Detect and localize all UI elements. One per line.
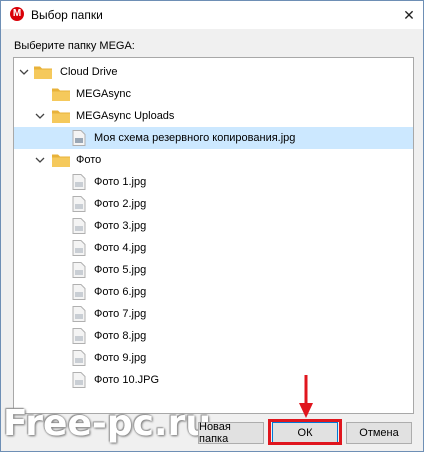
title-bar: M Выбор папки ✕ — [1, 1, 423, 29]
tree-item-file[interactable]: Фото 7.jpg — [14, 303, 413, 325]
tree-item-label: Фото 2.jpg — [94, 198, 147, 210]
tree-item-file[interactable]: Фото 2.jpg — [14, 193, 413, 215]
tree-item-label: Фото 7.jpg — [94, 308, 147, 320]
tree-item-label: Фото — [76, 154, 102, 166]
image-file-icon — [72, 284, 86, 300]
folder-tree[interactable]: Cloud Drive MEGAsync MEGAsync Uploads Мо… — [13, 57, 414, 414]
image-file-icon — [72, 130, 86, 146]
image-file-icon — [72, 306, 86, 322]
tree-item-file[interactable]: Фото 8.jpg — [14, 325, 413, 347]
image-file-icon — [72, 218, 86, 234]
select-folder-prompt: Выберите папку MEGA: — [14, 40, 135, 52]
folder-icon — [52, 154, 70, 167]
tree-item-file[interactable]: Фото 10.JPG — [14, 369, 413, 391]
chevron-down-icon[interactable] — [34, 154, 46, 166]
image-file-icon — [72, 328, 86, 344]
image-file-icon — [72, 372, 86, 388]
tree-item-label: MEGAsync — [76, 88, 132, 100]
new-folder-button[interactable]: Новая папка — [198, 421, 264, 445]
mega-logo-icon: M — [10, 7, 24, 21]
tree-item-label: Фото 5.jpg — [94, 264, 147, 276]
chevron-down-icon[interactable] — [18, 66, 30, 78]
image-file-icon — [72, 196, 86, 212]
tree-item-label: MEGAsync Uploads — [76, 110, 175, 122]
tree-item-label: Фото 8.jpg — [94, 330, 147, 342]
image-file-icon — [72, 262, 86, 278]
tree-item-label: Cloud Drive — [60, 66, 118, 78]
cancel-button[interactable]: Отмена — [346, 422, 412, 444]
tree-item-file[interactable]: Фото 6.jpg — [14, 281, 413, 303]
tree-item-label: Фото 10.JPG — [94, 374, 160, 386]
tree-item-file[interactable]: Фото 3.jpg — [14, 215, 413, 237]
close-button[interactable]: ✕ — [395, 1, 423, 29]
tree-item-file[interactable]: Фото 1.jpg — [14, 171, 413, 193]
chevron-down-icon[interactable] — [34, 110, 46, 122]
tree-item-label: Фото 3.jpg — [94, 220, 147, 232]
close-icon: ✕ — [403, 6, 415, 23]
folder-icon — [52, 110, 70, 123]
tree-item-megasync[interactable]: MEGAsync — [14, 83, 413, 105]
tree-item-cloud-drive[interactable]: Cloud Drive — [14, 61, 413, 83]
tree-item-backup-file[interactable]: Моя схема резервного копирования.jpg — [14, 127, 413, 149]
tree-item-label: Фото 4.jpg — [94, 242, 147, 254]
tree-item-foto[interactable]: Фото — [14, 149, 413, 171]
tree-item-megasync-uploads[interactable]: MEGAsync Uploads — [14, 105, 413, 127]
tree-item-label: Моя схема резервного копирования.jpg — [94, 132, 296, 144]
folder-icon — [52, 88, 70, 101]
tree-item-file[interactable]: Фото 9.jpg — [14, 347, 413, 369]
image-file-icon — [72, 174, 86, 190]
window-title: Выбор папки — [31, 8, 103, 22]
tree-item-label: Фото 6.jpg — [94, 286, 147, 298]
tree-item-file[interactable]: Фото 4.jpg — [14, 237, 413, 259]
image-file-icon — [72, 240, 86, 256]
ok-button[interactable]: ОК — [272, 422, 338, 444]
image-file-icon — [72, 350, 86, 366]
tree-item-label: Фото 1.jpg — [94, 176, 147, 188]
red-arrow-icon — [299, 375, 313, 418]
tree-item-label: Фото 9.jpg — [94, 352, 147, 364]
tree-item-file[interactable]: Фото 5.jpg — [14, 259, 413, 281]
watermark: Free-pc.ru — [3, 403, 211, 444]
folder-picker-dialog: M Выбор папки ✕ Выберите папку MEGA: Clo… — [0, 0, 424, 452]
folder-icon — [34, 66, 52, 79]
